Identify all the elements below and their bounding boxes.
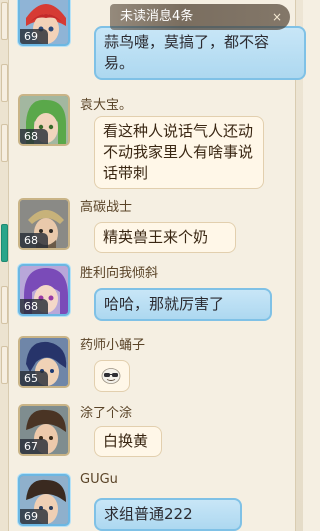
message-bubble: 哈哈，那就厉害了 bbox=[94, 288, 272, 321]
close-icon[interactable]: × bbox=[270, 10, 284, 24]
avatar[interactable]: 68 bbox=[18, 198, 70, 250]
side-tab-6[interactable] bbox=[1, 346, 8, 384]
cool-emoji-icon bbox=[101, 367, 121, 384]
unread-messages-banner[interactable]: 未读消息4条 × bbox=[110, 4, 290, 30]
chat-message: 65 药师小蛹子 bbox=[18, 334, 296, 394]
sender-name[interactable]: 高碳战士 bbox=[80, 196, 132, 215]
sender-name[interactable]: 涂了个涂 bbox=[80, 402, 132, 421]
level-badge: 69 bbox=[20, 509, 48, 524]
unread-banner-text: 未读消息4条 bbox=[120, 9, 194, 24]
avatar[interactable]: 68 bbox=[18, 264, 70, 316]
chat-message: 68 胜利向我倾斜 哈哈，那就厉害了 bbox=[18, 262, 296, 326]
avatar[interactable]: 67 bbox=[18, 404, 70, 456]
message-text: 蒜鸟嚏，莫搞了，都不容易。 bbox=[104, 33, 270, 72]
level-badge: 65 bbox=[20, 371, 48, 386]
side-tab-5[interactable] bbox=[1, 286, 8, 324]
avatar[interactable]: 65 bbox=[18, 336, 70, 388]
message-bubble: 精英兽王来个奶 bbox=[94, 222, 236, 253]
side-tab-3[interactable] bbox=[1, 124, 8, 162]
chat-message: 68 高碳战士 精英兽王来个奶 bbox=[18, 196, 296, 256]
message-bubble: 白换黄 bbox=[94, 426, 162, 457]
sender-name[interactable]: 药师小蛹子 bbox=[80, 334, 145, 353]
message-text: 白换黄 bbox=[103, 432, 149, 450]
sender-name[interactable]: 袁大宝。 bbox=[80, 94, 132, 113]
message-bubble bbox=[94, 360, 130, 392]
message-bubble: 蒜鸟嚏，莫搞了，都不容易。 bbox=[94, 26, 306, 80]
message-bubble: 求组普通222 bbox=[94, 498, 242, 531]
side-tab-strip bbox=[0, 0, 9, 531]
side-tab-active[interactable] bbox=[1, 224, 8, 262]
sender-name[interactable]: GUGu bbox=[80, 472, 118, 487]
chat-message: 68 袁大宝。 看这种人说话气人还动不动我家里人有啥事说话带刺 bbox=[18, 94, 296, 194]
sender-name[interactable]: 胜利向我倾斜 bbox=[80, 262, 158, 281]
level-badge: 68 bbox=[20, 129, 48, 144]
message-text: 求组普通222 bbox=[104, 505, 193, 523]
level-badge: 67 bbox=[20, 439, 48, 454]
level-badge: 69 bbox=[20, 29, 48, 44]
side-tab-2[interactable] bbox=[1, 64, 8, 102]
message-text: 看这种人说话气人还动不动我家里人有啥事说话带刺 bbox=[103, 122, 254, 182]
level-badge: 68 bbox=[20, 233, 48, 248]
avatar[interactable]: 68 bbox=[18, 94, 70, 146]
chat-message: 69 GUGu 求组普通222 bbox=[18, 472, 296, 531]
message-text: 精英兽王来个奶 bbox=[103, 228, 209, 246]
message-bubble: 看这种人说话气人还动不动我家里人有啥事说话带刺 bbox=[94, 116, 264, 189]
avatar[interactable]: 69 bbox=[18, 0, 70, 46]
avatar[interactable]: 69 bbox=[18, 474, 70, 526]
side-tab-1[interactable] bbox=[1, 2, 8, 40]
level-badge: 68 bbox=[20, 299, 48, 314]
message-text: 哈哈，那就厉害了 bbox=[104, 295, 225, 313]
chat-message: 67 涂了个涂 白换黄 bbox=[18, 402, 296, 462]
